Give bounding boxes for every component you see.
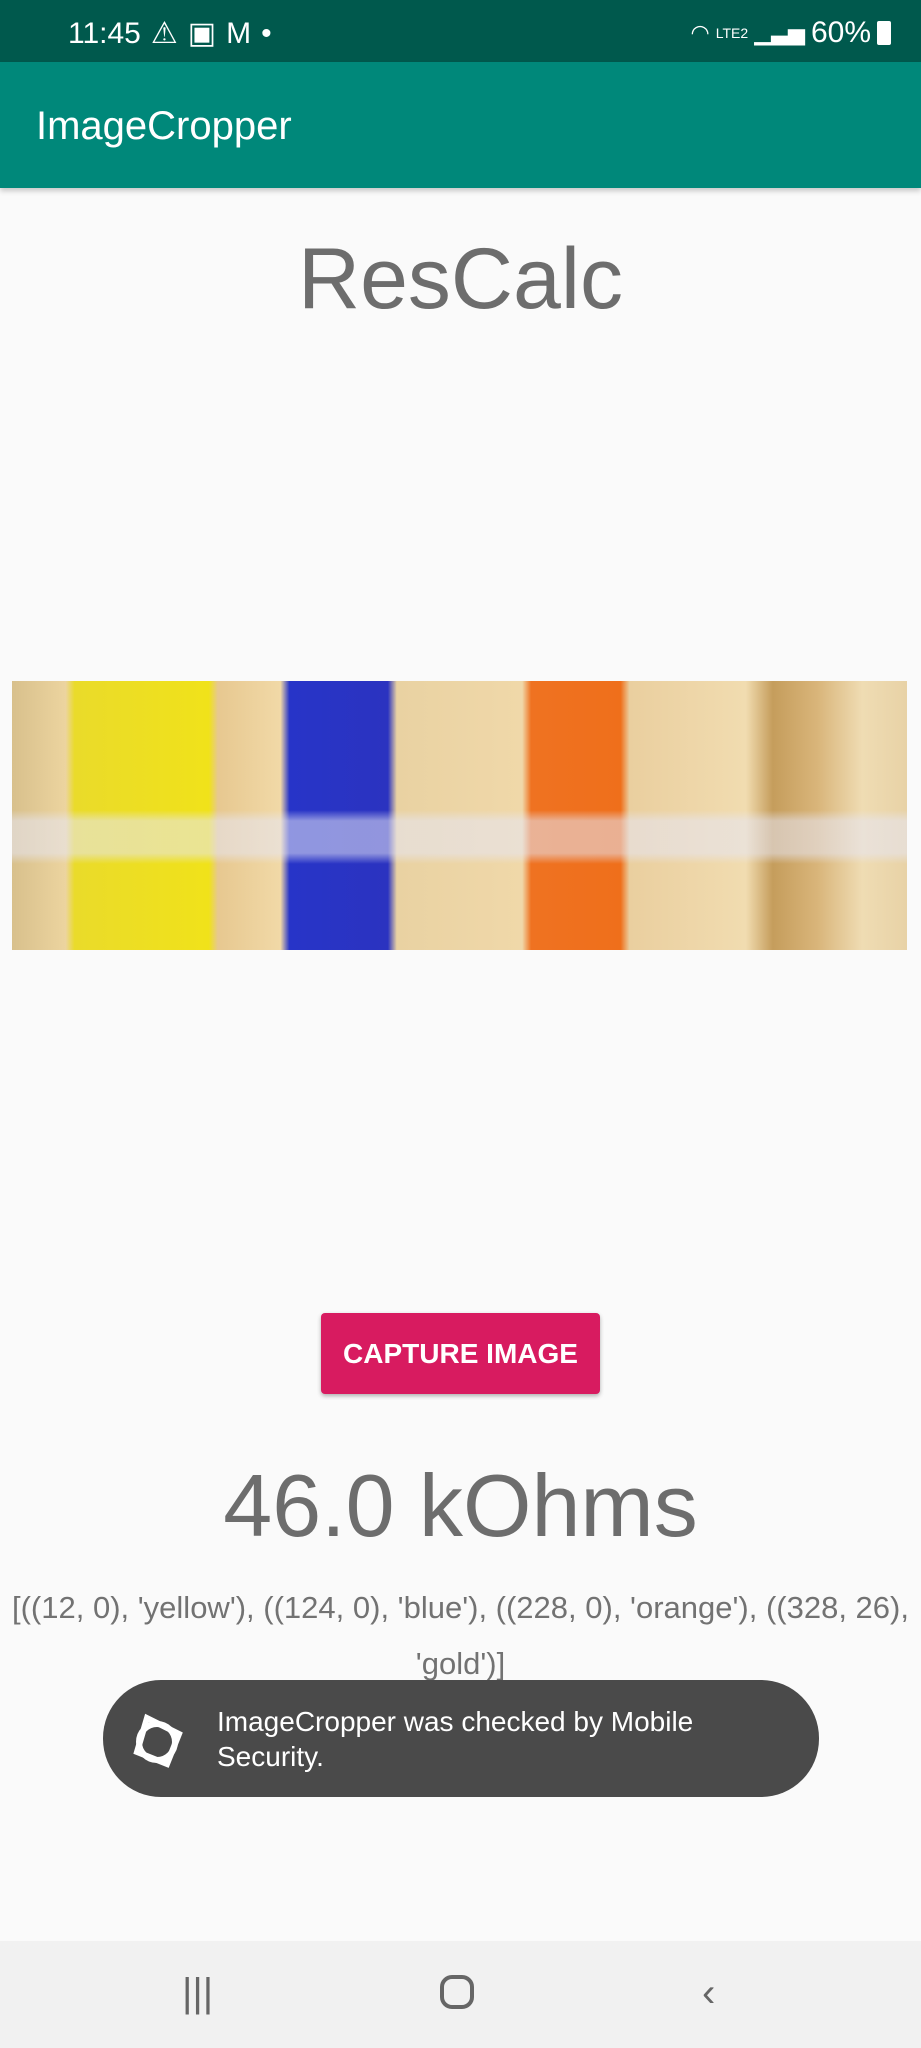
gmail-icon: M [226, 16, 252, 50]
page-title: ResCalc [298, 231, 623, 327]
warning-icon: ⚠ [150, 17, 178, 50]
mobile-security-icon [133, 1713, 183, 1768]
status-bar: 11:45 ⚠ ▣ M • ◠ LTE2 ▁▃▅ 60% [0, 0, 921, 62]
cropped-resistor-image [12, 681, 907, 950]
recents-icon[interactable]: ||| [182, 1971, 213, 2016]
network-type: LTE2 [715, 25, 749, 41]
image-icon: ▣ [187, 17, 217, 50]
wifi-icon: ◠ [690, 20, 710, 45]
app-bar: ImageCropper [0, 62, 921, 188]
home-icon[interactable] [440, 1975, 474, 2009]
battery-charging-icon [877, 21, 891, 45]
capture-image-button[interactable]: CAPTURE IMAGE [321, 1313, 600, 1394]
signal-icon: ▁▃▅ [754, 20, 805, 45]
dot-icon: • [261, 16, 272, 50]
resistance-result: 46.0 kOhms [223, 1456, 698, 1555]
battery-level: 60% [810, 16, 871, 49]
detected-bands-text: [((12, 0), 'yellow'), ((124, 0), 'blue')… [12, 1590, 909, 1681]
clock: 11:45 [68, 16, 141, 50]
back-icon[interactable]: ‹ [702, 1971, 715, 2016]
toast: ImageCropper was checked by Mobile Secur… [103, 1680, 819, 1797]
navigation-bar: ||| ‹ [0, 1941, 921, 2048]
toast-message: ImageCropper was checked by Mobile Secur… [217, 1705, 694, 1772]
app-title: ImageCropper [36, 104, 292, 148]
